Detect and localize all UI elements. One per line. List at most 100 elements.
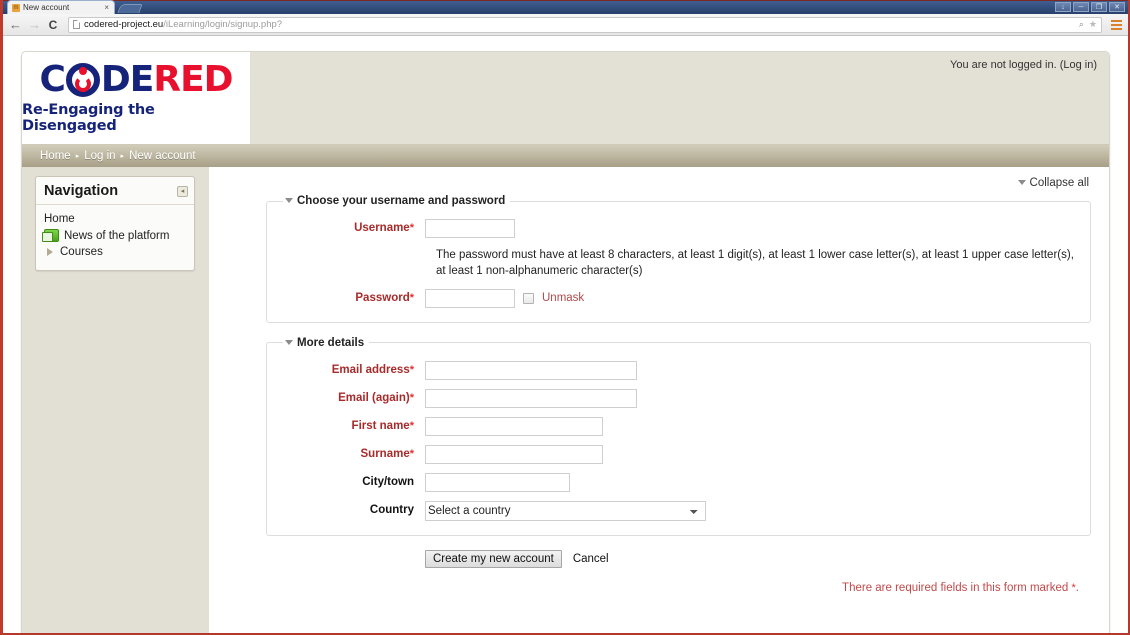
surname-label-text: Surname (360, 447, 410, 460)
site-logo[interactable]: C DE RED Re-Engaging the Disengaged (22, 52, 250, 144)
minimize-icon[interactable]: ─ (1073, 2, 1089, 12)
dock-block-icon[interactable]: ◂ (177, 185, 188, 197)
address-bar[interactable]: codered-project.eu/iLearning/login/signu… (68, 16, 1102, 33)
sidebar-item-label: News of the platform (64, 229, 170, 242)
collapse-all-control[interactable]: Collapse all (221, 167, 1091, 195)
main-content: Collapse all Choose your username and pa… (209, 167, 1109, 633)
required-fields-note: There are required fields in this form m… (221, 582, 1091, 594)
maximize-icon[interactable]: ❐ (1091, 2, 1107, 12)
login-link[interactable]: (Log in) (1060, 59, 1097, 71)
navigation-block-title: Navigation (44, 183, 119, 199)
form-row-email-again: Email (again)* (277, 388, 1080, 408)
fieldset-username-legend[interactable]: Choose your username and password (283, 195, 510, 207)
country-control: Select a country (425, 500, 706, 521)
first-name-label: First name* (277, 417, 425, 432)
favicon: m (12, 3, 20, 12)
city-town-input[interactable] (425, 472, 570, 492)
email-address-label: Email address* (277, 361, 425, 376)
new-tab-button[interactable] (117, 4, 143, 13)
tab-title: New account (23, 3, 70, 12)
required-marker: * (409, 222, 414, 234)
required-marker: * (409, 447, 414, 460)
site-header: C DE RED Re-Engaging the Disengaged You … (22, 52, 1109, 144)
browser-tab[interactable]: m New account × (7, 0, 115, 14)
form-actions: Create my new account Cancel (425, 549, 1091, 568)
breadcrumb-separator: ▸ (120, 153, 125, 160)
fieldset-more-details: More details Email address* Email (again… (266, 336, 1091, 536)
surname-input[interactable] (425, 444, 603, 464)
password-label-text: Password (355, 291, 410, 304)
minimize-to-tray-icon[interactable]: ↓ (1055, 2, 1071, 12)
surname-label: Surname* (277, 445, 425, 460)
site-body: Navigation ◂ Home News of the platform C… (22, 167, 1109, 633)
signup-form: Choose your username and password Userna… (221, 195, 1091, 594)
logo-letter-c: C (39, 59, 65, 100)
forward-icon[interactable]: → (28, 18, 41, 31)
email-address-label-text: Email address (331, 363, 410, 376)
close-window-icon[interactable]: ✕ (1109, 2, 1125, 12)
first-name-control (425, 416, 603, 436)
chevron-down-icon (285, 340, 293, 346)
required-marker: * (409, 291, 414, 304)
username-label-text: Username (354, 222, 410, 234)
form-row-username: Username* (277, 219, 1080, 238)
sidebar-item-home[interactable]: Home (44, 211, 188, 227)
forum-icon (42, 229, 59, 242)
sidebar-item-label: Home (44, 213, 75, 225)
browser-window: m New account × ↓ ─ ❐ ✕ ← → C codered-pr… (0, 0, 1130, 635)
breadcrumb-item-home[interactable]: Home (40, 150, 71, 162)
logo-letters-red: RED (153, 59, 233, 100)
form-row-surname: Surname* (277, 444, 1080, 464)
create-account-button[interactable]: Create my new account (425, 549, 562, 568)
country-select[interactable]: Select a country (425, 500, 706, 521)
page-container: C DE RED Re-Engaging the Disengaged You … (21, 51, 1110, 633)
navigation-block-header: Navigation ◂ (36, 177, 194, 205)
expand-triangle-icon[interactable] (47, 248, 53, 256)
required-marker: * (409, 391, 414, 404)
login-status-text: You are not logged in. (950, 59, 1057, 71)
page-info-icon[interactable] (73, 20, 80, 29)
sidebar-item-news[interactable]: News of the platform (42, 227, 188, 244)
required-marker: * (409, 363, 414, 376)
window-controls: ↓ ─ ❐ ✕ (1055, 2, 1125, 12)
sidebar-item-courses[interactable]: Courses (44, 244, 188, 260)
email-address-input[interactable] (425, 360, 637, 380)
logo-tagline: Re-Engaging the Disengaged (22, 102, 155, 134)
breadcrumb-item-new-account: New account (129, 150, 196, 162)
breadcrumb: Home ▸ Log in ▸ New account (22, 144, 1109, 167)
password-label: Password* (277, 289, 425, 304)
breadcrumb-item-login[interactable]: Log in (84, 150, 115, 162)
fieldset-username-password: Choose your username and password Userna… (266, 195, 1091, 323)
first-name-label-text: First name (351, 419, 410, 432)
form-row-country: Country Select a country (277, 500, 1080, 521)
url-text: codered-project.eu/iLearning/login/signu… (84, 19, 282, 30)
password-input[interactable] (425, 288, 515, 308)
logo-wordmark: C DE RED (39, 59, 233, 100)
url-host: codered-project.eu (84, 19, 164, 30)
sidebar-item-label: Courses (60, 246, 103, 258)
browser-menu-icon[interactable] (1111, 19, 1122, 30)
fieldset-details-legend[interactable]: More details (283, 337, 369, 349)
unmask-link[interactable]: Unmask (542, 292, 584, 304)
city-town-control (425, 472, 570, 492)
country-label: Country (369, 503, 414, 516)
form-row-city: City/town (277, 472, 1080, 492)
first-name-input[interactable] (425, 416, 603, 436)
email-address-control (425, 360, 637, 380)
surname-control (425, 444, 603, 464)
reload-icon[interactable]: C (47, 19, 59, 31)
bookmark-star-icon[interactable]: ★ (1089, 19, 1097, 30)
close-icon[interactable]: × (104, 3, 109, 12)
password-help-text: The password must have at least 8 charac… (436, 249, 1074, 278)
zoom-icon[interactable]: ⌕ (1079, 19, 1084, 30)
back-icon[interactable]: ← (9, 18, 22, 31)
password-control: Unmask (425, 288, 584, 308)
chevron-down-icon (1017, 180, 1026, 186)
username-input[interactable] (425, 219, 515, 238)
email-again-input[interactable] (425, 388, 637, 408)
url-path: /iLearning/login/signup.php? (163, 19, 283, 30)
required-fields-note-text: There are required fields in this form m… (842, 581, 1072, 594)
form-row-password: Password* Unmask (277, 288, 1080, 308)
unmask-checkbox[interactable] (523, 292, 534, 304)
cancel-button[interactable]: Cancel (572, 551, 610, 567)
